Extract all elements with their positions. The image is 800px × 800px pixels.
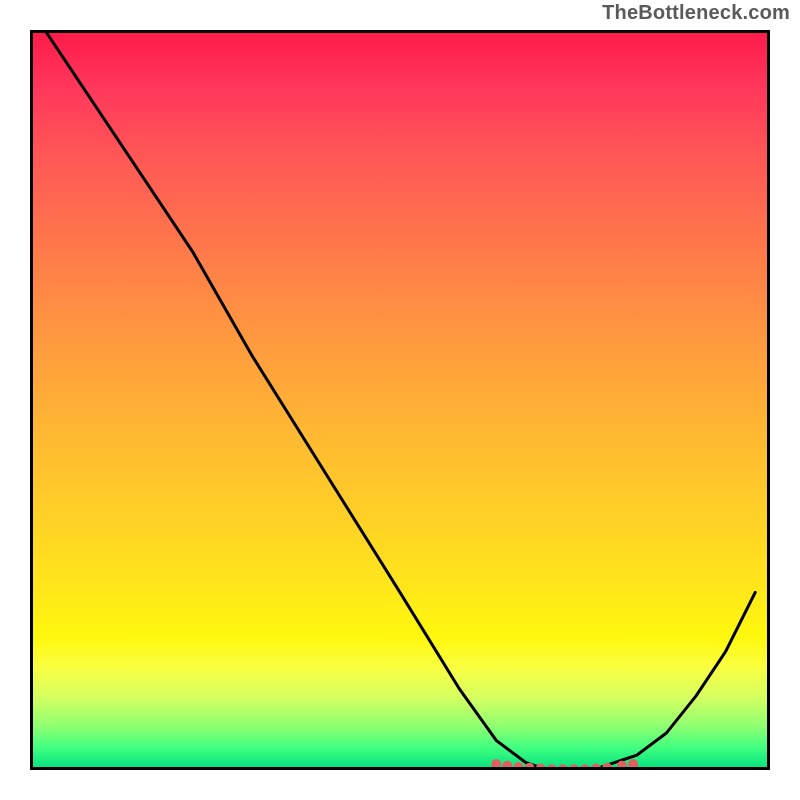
dot-icon (628, 759, 638, 769)
chart-container: TheBottleneck.com (0, 0, 800, 800)
plot-area (30, 30, 770, 770)
bottleneck-curve (45, 30, 755, 770)
dot-icon (558, 764, 568, 770)
dot-icon (591, 764, 601, 771)
dot-icon (547, 764, 557, 770)
dot-icon (502, 761, 512, 770)
watermark-text: TheBottleneck.com (602, 2, 790, 25)
dot-icon (536, 764, 546, 771)
curve-svg (30, 30, 770, 770)
dot-icon (491, 759, 501, 769)
dot-icon (513, 762, 523, 770)
dot-icon (580, 764, 590, 770)
dot-icon (569, 764, 579, 770)
